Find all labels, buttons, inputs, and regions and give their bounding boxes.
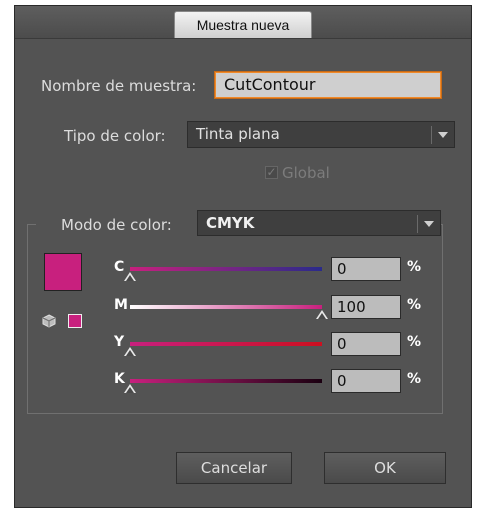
color-type-label: Tipo de color:	[64, 127, 166, 145]
channel-value-m[interactable]: 100	[331, 295, 401, 319]
gamut-cube-icon[interactable]	[42, 314, 56, 328]
channel-label-c: C	[114, 259, 125, 275]
chevron-down-icon	[438, 132, 448, 138]
title-bar: Muestra nueva	[15, 6, 471, 39]
color-mode-value: CMYK	[206, 214, 255, 232]
color-mode-dropdown[interactable]: CMYK	[197, 210, 441, 236]
channel-value-k[interactable]: 0	[331, 369, 401, 393]
channel-label-y: Y	[114, 334, 125, 350]
global-checkbox[interactable]: ✓	[265, 166, 278, 179]
out-of-gamut-swatch[interactable]	[68, 314, 82, 328]
swatch-name-input[interactable]: CutContour	[215, 72, 441, 98]
percent-sign: %	[407, 371, 422, 387]
slider-track-k[interactable]	[130, 379, 322, 383]
slider-thumb-inner	[126, 387, 134, 393]
swatch-name-label: Nombre de muestra:	[41, 77, 197, 95]
chevron-down-icon	[424, 221, 434, 227]
channel-label-m: M	[114, 297, 128, 313]
slider-track-m[interactable]	[130, 305, 322, 309]
dropdown-separator	[431, 126, 432, 144]
global-label: Global	[282, 164, 330, 182]
slider-track-y[interactable]	[130, 342, 322, 346]
color-type-dropdown[interactable]: Tinta plana	[187, 121, 455, 148]
channel-value-c[interactable]: 0	[331, 257, 401, 281]
slider-thumb-inner	[126, 275, 134, 281]
dropdown-separator	[417, 215, 418, 233]
color-preview-swatch	[44, 253, 82, 291]
ok-button[interactable]: OK	[324, 452, 446, 484]
color-mode-label: Modo de color:	[61, 216, 172, 234]
cancel-button[interactable]: Cancelar	[176, 452, 292, 484]
percent-sign: %	[407, 297, 422, 313]
dialog-title: Muestra nueva	[174, 11, 312, 38]
slider-track-c[interactable]	[130, 267, 322, 271]
slider-thumb-inner	[126, 350, 134, 356]
percent-sign: %	[407, 259, 422, 275]
percent-sign: %	[407, 334, 422, 350]
color-type-value: Tinta plana	[196, 125, 280, 143]
channel-value-y[interactable]: 0	[331, 332, 401, 356]
slider-thumb-inner	[318, 313, 326, 319]
